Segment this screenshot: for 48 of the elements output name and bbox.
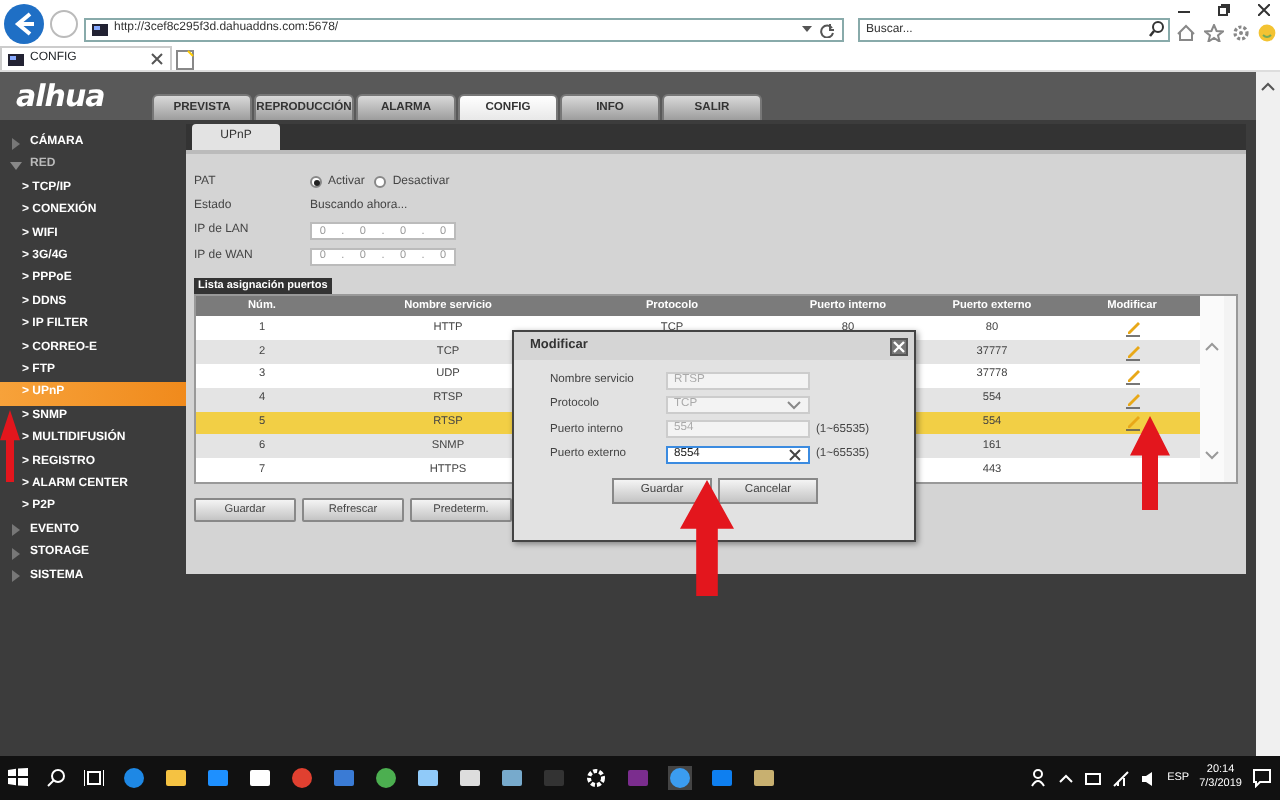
back-button[interactable] [4,3,44,43]
close-button[interactable] [890,337,908,355]
star-icon[interactable] [1204,24,1224,42]
clear-icon[interactable] [788,447,802,462]
refresh-icon[interactable] [820,21,836,37]
caret-down-icon [10,160,22,173]
task-view-icon[interactable] [84,768,104,788]
windows-icon[interactable] [8,768,28,788]
up-arrow [680,480,734,596]
logo: alhua [14,78,107,114]
pencil-icon[interactable] [1123,318,1141,339]
smiley-icon[interactable] [1258,24,1276,42]
person-icon[interactable] [1029,768,1048,788]
app-icon[interactable] [458,766,482,790]
app-icon[interactable] [752,766,776,790]
network-icon[interactable] [1083,769,1102,787]
pencil-icon[interactable] [1123,341,1141,362]
app-icon[interactable] [416,766,440,790]
search-icon[interactable] [46,768,66,788]
new-tab-icon[interactable] [176,50,194,70]
notification-icon[interactable] [1252,768,1272,788]
volume-icon[interactable] [1139,769,1158,787]
pencil-icon[interactable] [1123,412,1141,433]
scroll-up-icon[interactable] [1204,340,1220,355]
app-icon[interactable] [164,766,188,790]
scroll-down-icon[interactable] [1204,448,1220,463]
app-icon[interactable] [248,766,272,790]
app-icon[interactable] [584,766,608,790]
up-arrow [1130,416,1170,510]
app-icon[interactable] [500,766,524,790]
caret-down-icon [786,398,802,413]
search-icon[interactable] [1148,20,1164,38]
settings-icon[interactable] [1232,24,1250,42]
caret-right-icon [10,137,22,150]
close-icon [892,339,906,353]
site-icon [8,51,24,67]
close-icon[interactable] [1258,4,1270,16]
pencil-icon[interactable] [1123,365,1141,386]
caret-up-icon[interactable] [1057,771,1074,785]
restore-icon[interactable] [1218,4,1230,16]
scroll-up-icon[interactable] [1260,80,1276,94]
pencil-icon[interactable] [1123,389,1141,410]
site-icon [92,21,108,37]
app-icon[interactable] [374,766,398,790]
app-icon[interactable] [206,766,230,790]
dropdown-icon[interactable] [800,22,814,36]
up-arrow [0,410,20,482]
close-icon[interactable] [150,52,164,66]
